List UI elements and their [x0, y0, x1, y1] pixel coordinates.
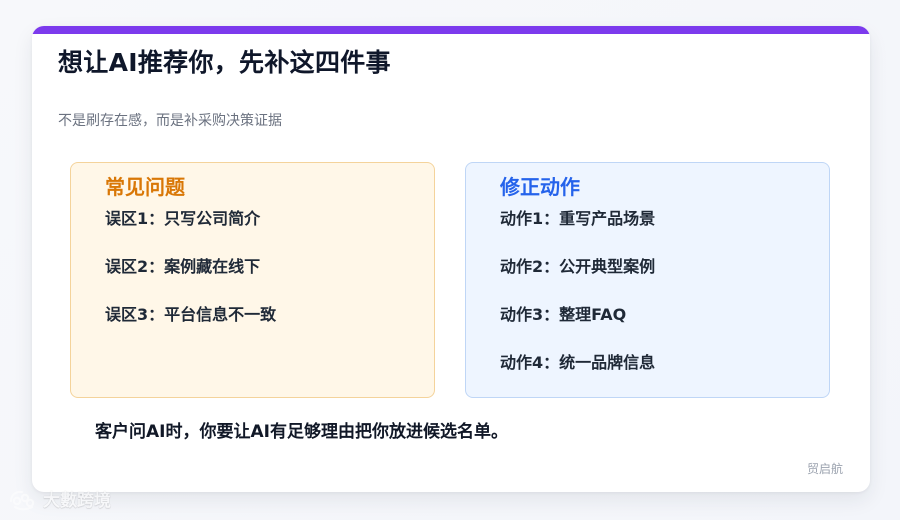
- issue-item: 误区3：平台信息不一致: [105, 305, 277, 324]
- issue-item: 误区2：案例藏在线下: [105, 257, 261, 276]
- common-issues-list: 误区1：只写公司简介 误区2：案例藏在线下 误区3：平台信息不一致: [105, 209, 276, 353]
- signature-text: 贸启航: [806, 461, 843, 476]
- brand-logo-icon: [10, 490, 35, 511]
- content-card: 想让AI推荐你，先补这四件事 不是刷存在感，而是补采购决策证据 常见问题 误区1…: [32, 26, 870, 492]
- watermark-text: 大數跨境: [43, 490, 111, 511]
- fix-actions-title: 修正动作: [500, 175, 580, 199]
- page-title: 想让AI推荐你，先补这四件事: [58, 48, 391, 77]
- common-issues-panel: 常见问题 误区1：只写公司简介 误区2：案例藏在线下 误区3：平台信息不一致: [70, 162, 435, 398]
- action-item: 动作2：公开典型案例: [500, 257, 656, 276]
- common-issues-title: 常见问题: [105, 175, 185, 199]
- fix-actions-list: 动作1：重写产品场景 动作2：公开典型案例 动作3：整理FAQ 动作4：统一品牌…: [500, 209, 655, 401]
- accent-top-bar: [32, 26, 870, 34]
- action-item: 动作4：统一品牌信息: [500, 353, 656, 372]
- bottom-note: 客户问AI时，你要让AI有足够理由把你放进候选名单。: [95, 422, 508, 442]
- fix-actions-panel: 修正动作 动作1：重写产品场景 动作2：公开典型案例 动作3：整理FAQ 动作4…: [465, 162, 830, 398]
- watermark: 大數跨境: [8, 489, 111, 513]
- page-subtitle: 不是刷存在感，而是补采购决策证据: [58, 113, 282, 129]
- action-item: 动作3：整理FAQ: [500, 305, 627, 324]
- action-item: 动作1：重写产品场景: [500, 209, 656, 228]
- issue-item: 误区1：只写公司简介: [105, 209, 261, 228]
